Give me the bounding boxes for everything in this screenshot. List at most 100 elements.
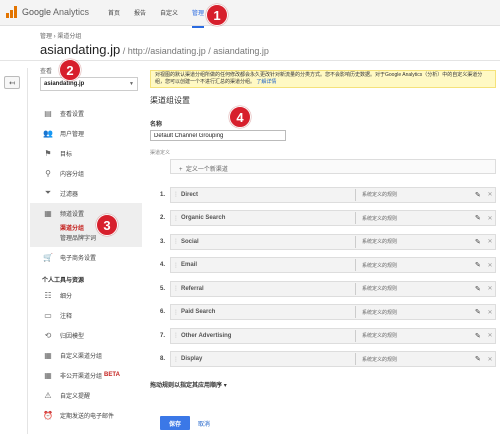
channel-name: Display [181, 356, 203, 363]
edit-pencil-icon[interactable]: ✎ [475, 355, 485, 363]
channel-rule-text: 系统定义的规则 [362, 215, 398, 222]
property-path: / http://asiandating.jp / asiandating.jp [120, 46, 269, 56]
channel-rule-box[interactable]: ⋮ Social 系统定义的规则 ✎ ✕ [170, 233, 496, 250]
back-button[interactable]: ↤ [4, 76, 20, 89]
delete-x-icon[interactable]: ✕ [485, 215, 495, 222]
channel-rule-text: 系统定义的规则 [362, 262, 398, 269]
channel-rule-text: 系统定义的规则 [362, 356, 398, 363]
save-button[interactable]: 保存 [160, 416, 190, 430]
define-new-channel-button[interactable]: + 定义一个新渠道 [170, 159, 496, 174]
brand-name-google: Google [22, 7, 52, 17]
file-icon: ▤ [44, 108, 52, 118]
sidebar-item-segments[interactable]: ☷ 细分 [30, 285, 142, 305]
channel-number: 1. [160, 191, 166, 198]
person-icon: ⚲ [45, 168, 51, 178]
caret-down-icon: ▾ [223, 383, 227, 389]
channel-row: 2. ⋮ Organic Search 系统定义的规则 ✎ ✕ [150, 207, 496, 231]
sidebar-item-goals[interactable]: ⚑ 目标 [30, 143, 142, 163]
edit-pencil-icon[interactable]: ✎ [475, 238, 485, 246]
google-analytics-logo[interactable]: Google Analytics [6, 6, 89, 18]
delete-x-icon[interactable]: ✕ [485, 332, 495, 339]
top-bar: Google Analytics 首页 报告 自定义 管理 [0, 0, 500, 28]
alert-icon: ⚠ [44, 390, 52, 400]
sidebar-item-view-settings[interactable]: ▤ 查看设置 [30, 103, 142, 123]
sidebar-item-custom-channel-grouping[interactable]: ▦ 自定义渠道分组 [30, 345, 142, 365]
channel-rule-box[interactable]: ⋮ Display 系统定义的规则 ✎ ✕ [170, 351, 496, 368]
tab-home[interactable]: 首页 [108, 8, 120, 28]
delete-x-icon[interactable]: ✕ [485, 238, 495, 245]
sidebar-item-content-grouping[interactable]: ⚲ 内容分组 [30, 163, 142, 183]
channel-rule-box[interactable]: ⋮ Paid Search 系统定义的规则 ✎ ✕ [170, 304, 496, 321]
delete-x-icon[interactable]: ✕ [485, 309, 495, 316]
edit-pencil-icon[interactable]: ✎ [475, 332, 485, 340]
name-input[interactable] [150, 130, 286, 141]
delete-x-icon[interactable]: ✕ [485, 262, 495, 269]
channel-row: 5. ⋮ Referral 系统定义的规则 ✎ ✕ [150, 277, 496, 301]
edit-pencil-icon[interactable]: ✎ [475, 261, 485, 269]
channel-rule-box[interactable]: ⋮ Other Advertising 系统定义的规则 ✎ ✕ [170, 327, 496, 344]
tab-reports[interactable]: 报告 [134, 8, 146, 28]
reorder-rules-toggle[interactable]: 拖动规则以指定其应用顺序 ▾ [150, 380, 496, 389]
edit-pencil-icon[interactable]: ✎ [475, 308, 485, 316]
sidebar-item-scheduled-emails[interactable]: ⏰ 定期发送的电子邮件 [30, 405, 142, 425]
sidebar-item-channel-settings[interactable]: ▦ 频道设置 [30, 203, 142, 223]
flag-icon: ⚑ [44, 148, 52, 158]
channel-number: 5. [160, 285, 166, 292]
channel-name: Email [181, 262, 198, 269]
channel-rule-box[interactable]: ⋮ Referral 系统定义的规则 ✎ ✕ [170, 280, 496, 297]
delete-x-icon[interactable]: ✕ [485, 285, 495, 292]
sidebar-item-annotations[interactable]: ▭ 注释 [30, 305, 142, 325]
property-title: asiandating.jp [40, 42, 121, 57]
channel-row: 4. ⋮ Email 系统定义的规则 ✎ ✕ [150, 254, 496, 278]
channel-name: Other Advertising [181, 332, 232, 339]
channel-name: Social [181, 238, 199, 245]
channel-settings-group: ▦ 频道设置 渠道分组 管理品牌字词 [30, 203, 142, 247]
channel-rule-text: 系统定义的规则 [362, 333, 398, 340]
grid-icon: ▦ [44, 208, 52, 218]
sidebar-item-custom-alerts[interactable]: ⚠ 自定义提醒 [30, 385, 142, 405]
form-actions: 保存 取消 [160, 416, 210, 430]
channel-rule-text: 系统定义的规则 [362, 309, 398, 316]
brand-name-analytics: Analytics [51, 7, 90, 17]
warning-notice: 对视图的默认渠道分组所做的任何修改都会永久更改针对新流量的分类方式。您不会影响历… [150, 70, 496, 88]
delete-x-icon[interactable]: ✕ [485, 356, 495, 363]
channel-rule-box[interactable]: ⋮ Direct 系统定义的规则 ✎ ✕ [170, 186, 496, 203]
sidebar-item-user-management[interactable]: 👥 用户管理 [30, 123, 142, 143]
channel-number: 3. [160, 238, 166, 245]
segment-icon: ☷ [44, 290, 52, 300]
channel-rule-box[interactable]: ⋮ Email 系统定义的规则 ✎ ✕ [170, 257, 496, 274]
sidebar-subitem-channel-grouping[interactable]: 渠道分组 [30, 223, 142, 233]
channel-name: Organic Search [181, 215, 226, 222]
channel-number: 7. [160, 332, 166, 339]
notice-text: 对视图的默认渠道分组所做的任何修改都会永久更改针对新流量的分类方式。您不会影响历… [155, 72, 483, 85]
learn-more-link[interactable]: 了解详情 [256, 79, 276, 85]
filter-icon: ⏷ [44, 188, 52, 197]
sidebar-item-attribution-models[interactable]: ⟲ 归因模型 [30, 325, 142, 345]
edit-pencil-icon[interactable]: ✎ [475, 285, 485, 293]
sidebar-item-filters[interactable]: ⏷ 过滤器 [30, 183, 142, 203]
channel-row: 8. ⋮ Display 系统定义的规则 ✎ ✕ [150, 348, 496, 372]
chevron-down-icon: ▼ [129, 81, 134, 87]
plus-icon: + [179, 167, 186, 173]
name-label: 名称 [150, 122, 163, 128]
view-selector[interactable]: asiandating.jp ▼ [40, 77, 138, 91]
channel-name: Referral [181, 285, 204, 292]
sidebar-item-private-channel-grouping[interactable]: ▦ 非公开渠道分组 BETA [30, 365, 142, 385]
clock-icon: ⏰ [43, 410, 53, 420]
cart-icon: 🛒 [43, 252, 53, 262]
admin-sidebar: 查看 asiandating.jp ▼ ▤ 查看设置 👥 用户管理 ⚑ 目标 ⚲ 内容分… [30, 66, 142, 425]
sidebar-subitem-brand-terms[interactable]: 管理品牌字词 [30, 233, 142, 243]
account-header: 管理 › 渠道分组 asiandating.jp / http://asiand… [40, 31, 269, 57]
left-column-divider [27, 68, 28, 434]
sidebar-item-ecommerce[interactable]: 🛒 电子商务设置 [30, 247, 142, 267]
comment-icon: ▭ [44, 310, 52, 320]
delete-x-icon[interactable]: ✕ [485, 191, 495, 198]
channel-group-form: 渠道组设置 名称 渠道定义 + 定义一个新渠道 1. ⋮ Direct 系统定义… [150, 95, 496, 389]
tab-customize[interactable]: 自定义 [160, 8, 178, 28]
channel-rule-box[interactable]: ⋮ Organic Search 系统定义的规则 ✎ ✕ [170, 210, 496, 227]
channel-number: 4. [160, 262, 166, 269]
edit-pencil-icon[interactable]: ✎ [475, 191, 485, 199]
edit-pencil-icon[interactable]: ✎ [475, 214, 485, 222]
cancel-link[interactable]: 取消 [198, 419, 210, 428]
tab-admin[interactable]: 管理 [192, 8, 205, 28]
